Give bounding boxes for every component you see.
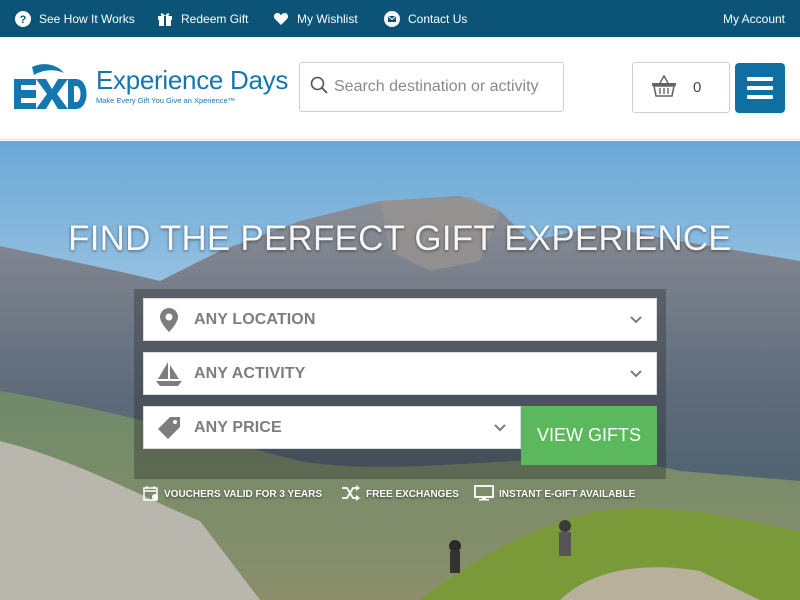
perk-exchanges-label: FREE EXCHANGES [366, 488, 459, 500]
svg-text:?: ? [20, 14, 27, 26]
contact-us-link[interactable]: Contact Us [384, 0, 467, 37]
price-select-label: ANY PRICE [194, 418, 282, 436]
redeem-gift-link[interactable]: Redeem Gift [157, 0, 248, 37]
chevron-down-icon [616, 369, 656, 378]
chevron-down-icon [480, 423, 520, 432]
view-gifts-button[interactable]: VIEW GIFTS [521, 406, 657, 465]
activity-select-label: ANY ACTIVITY [194, 364, 306, 382]
my-account-label: My Account [722, 11, 785, 26]
my-wishlist-link[interactable]: My Wishlist [273, 0, 358, 37]
calendar-icon [143, 485, 159, 504]
top-utility-bar: ? See How It Works Redeem Gift My Wishli… [0, 0, 800, 37]
my-account-link[interactable]: My Account [723, 0, 785, 37]
logo-title: Experience Days [96, 65, 289, 95]
activity-select[interactable]: ANY ACTIVITY [143, 352, 657, 395]
exd-logo-mark-icon [14, 63, 90, 113]
search-icon[interactable] [310, 76, 328, 99]
price-tag-icon [144, 416, 194, 440]
my-wishlist-label: My Wishlist [297, 11, 358, 26]
map-marker-icon [144, 307, 194, 332]
sailboat-icon [144, 361, 194, 387]
menu-bar [747, 86, 773, 90]
redeem-gift-label: Redeem Gift [181, 11, 249, 26]
monitor-icon [474, 484, 494, 504]
contact-us-label: Contact Us [408, 11, 468, 26]
location-select[interactable]: ANY LOCATION [143, 298, 657, 341]
see-how-it-works-link[interactable]: ? See How It Works [15, 0, 135, 37]
perk-instant-egift: INSTANT E-GIFT AVAILABLE [474, 484, 636, 504]
see-how-it-works-label: See How It Works [39, 11, 135, 26]
gift-icon [157, 11, 173, 27]
logo-tagline: Make Every Gift You Give an Xperience™ [96, 96, 236, 105]
location-select-label: ANY LOCATION [194, 310, 316, 328]
search-input[interactable] [334, 78, 559, 96]
menu-bar [747, 95, 773, 99]
perk-egift-label: INSTANT E-GIFT AVAILABLE [499, 488, 636, 500]
shuffle-icon [341, 484, 361, 504]
cart-count: 0 [693, 79, 702, 96]
hero-headline: FIND THE PERFECT GIFT EXPERIENCE [68, 219, 732, 258]
hamburger-menu-button[interactable] [735, 63, 785, 113]
perk-vouchers-valid: VOUCHERS VALID FOR 3 YEARS [143, 485, 322, 504]
price-select[interactable]: ANY PRICE [143, 406, 521, 449]
chevron-down-icon [616, 315, 656, 324]
perk-vouchers-label: VOUCHERS VALID FOR 3 YEARS [164, 488, 322, 500]
site-logo[interactable]: Experience Days Make Every Gift You Give… [14, 63, 288, 113]
search-box [299, 62, 564, 112]
perk-free-exchanges: FREE EXCHANGES [341, 484, 459, 504]
site-header: Experience Days Make Every Gift You Give… [0, 37, 800, 140]
heart-icon [273, 11, 289, 27]
question-circle-icon: ? [15, 10, 31, 27]
basket-icon [651, 73, 677, 101]
menu-bar [747, 77, 773, 81]
envelope-icon [384, 10, 400, 27]
cart-button[interactable]: 0 [632, 62, 730, 113]
